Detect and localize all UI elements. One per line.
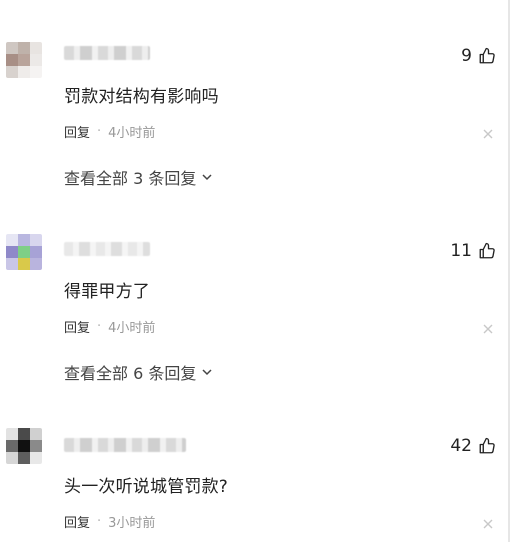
avatar[interactable] [6, 42, 42, 78]
view-all-replies-label: 查看全部 6 条回复 [64, 364, 197, 383]
view-all-replies-button[interactable]: 查看全部 6 条回复 [64, 360, 214, 384]
avatar-pixel [6, 440, 18, 452]
meta-separator: · [97, 319, 102, 334]
reply-button[interactable]: 回复 [64, 122, 90, 141]
chevron-down-icon [202, 369, 212, 376]
meta-separator: · [97, 124, 102, 139]
avatar[interactable] [6, 428, 42, 464]
thumbs-up-icon [479, 437, 495, 454]
avatar-pixel [6, 234, 18, 246]
avatar-pixel [18, 66, 30, 78]
close-icon[interactable] [482, 518, 494, 530]
thumbs-up-icon [479, 47, 495, 64]
avatar-pixel [18, 246, 30, 258]
avatar-pixel [6, 428, 18, 440]
username-blurred[interactable] [64, 242, 150, 256]
reply-button[interactable]: 回复 [64, 512, 90, 531]
close-icon[interactable] [482, 323, 494, 335]
avatar-pixel [18, 258, 30, 270]
view-all-replies-button[interactable]: 查看全部 3 条回复 [64, 165, 214, 189]
like-count: 9 [461, 46, 472, 66]
like-button[interactable]: 42 [450, 436, 496, 456]
thumbs-up-icon [479, 242, 495, 259]
comment-meta: 回复 · 4小时前 [64, 317, 155, 336]
avatar-pixel [6, 452, 18, 464]
avatar[interactable] [6, 234, 42, 270]
username-blurred[interactable] [64, 46, 150, 60]
comment-text: 头一次听说城管罚款? [64, 477, 229, 497]
comment-text: 得罪甲方了 [64, 282, 150, 302]
avatar-pixel [6, 66, 18, 78]
avatar-pixel [6, 258, 18, 270]
comment-time: 4小时前 [108, 321, 156, 336]
comment-time: 4小时前 [108, 126, 156, 141]
avatar-pixel [18, 42, 30, 54]
chevron-down-icon [202, 174, 212, 181]
username-blurred[interactable] [64, 438, 186, 452]
avatar-pixel [6, 42, 18, 54]
close-icon[interactable] [482, 128, 494, 140]
avatar-pixel [30, 234, 42, 246]
comment-meta: 回复 · 4小时前 [64, 122, 155, 141]
avatar-pixel [30, 54, 42, 66]
avatar-pixel [30, 452, 42, 464]
avatar-pixel [18, 440, 30, 452]
avatar-pixel [30, 246, 42, 258]
avatar-pixel [18, 428, 30, 440]
comment-text: 罚款对结构有影响吗 [64, 87, 219, 107]
reply-button[interactable]: 回复 [64, 317, 90, 336]
avatar-pixel [6, 246, 18, 258]
avatar-pixel [18, 234, 30, 246]
like-count: 11 [450, 241, 472, 261]
like-count: 42 [450, 436, 472, 456]
avatar-pixel [18, 54, 30, 66]
comment-time: 3小时前 [108, 516, 156, 531]
meta-separator: · [97, 514, 102, 529]
avatar-pixel [30, 258, 42, 270]
view-all-replies-label: 查看全部 3 条回复 [64, 169, 197, 188]
like-button[interactable]: 9 [461, 46, 496, 66]
avatar-pixel [30, 66, 42, 78]
comment-list: 9 罚款对结构有影响吗 回复 · 4小时前 查看全部 3 条回复 11 得罪甲方… [0, 0, 510, 542]
avatar-pixel [6, 54, 18, 66]
avatar-pixel [30, 428, 42, 440]
comment-meta: 回复 · 3小时前 [64, 512, 155, 531]
avatar-pixel [30, 42, 42, 54]
avatar-pixel [30, 440, 42, 452]
avatar-pixel [18, 452, 30, 464]
like-button[interactable]: 11 [450, 241, 496, 261]
